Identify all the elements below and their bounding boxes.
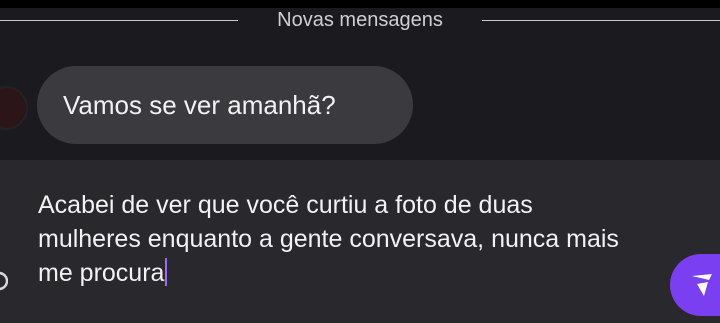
divider-line-right	[482, 20, 720, 21]
text-caret	[165, 258, 168, 286]
message-input[interactable]: Acabei de ver que você curtiu a foto de …	[38, 188, 638, 290]
message-text: Vamos se ver amanhã?	[63, 90, 336, 120]
new-messages-divider: Novas mensagens	[0, 8, 720, 34]
top-bar	[0, 0, 720, 8]
send-button[interactable]	[670, 254, 720, 316]
message-bubble[interactable]: Vamos se ver amanhã?	[37, 66, 413, 144]
avatar[interactable]	[0, 86, 28, 130]
divider-label: Novas mensagens	[277, 9, 443, 31]
message-input-value: Acabei de ver que você curtiu a foto de …	[38, 191, 619, 287]
divider-line-left	[0, 20, 238, 21]
message-composer[interactable]: Acabei de ver que você curtiu a foto de …	[0, 160, 720, 323]
emoji-icon[interactable]	[0, 270, 9, 292]
send-icon	[692, 274, 712, 296]
